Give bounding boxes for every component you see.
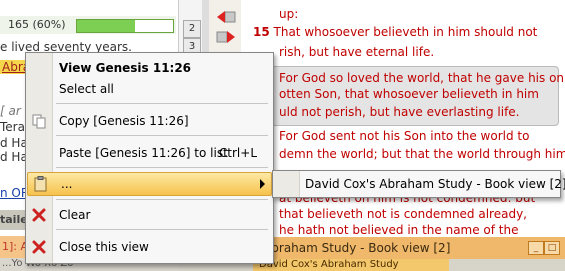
context-menu: View Genesis 11:26 Select all Copy [Gene… (25, 52, 274, 264)
menu-item-label: View Genesis 11:26 (59, 61, 192, 75)
submenu-arrow-icon (260, 179, 265, 189)
verse-line: up: (279, 7, 299, 21)
verse-line: he hath not believed in the name of the (279, 223, 519, 235)
clear-x-icon (32, 208, 46, 222)
menu-item-paste[interactable]: Paste [Genesis 11:26] to list Ctrl+L (26, 142, 273, 164)
left-text-line: [ ar (0, 104, 21, 118)
menu-separator (56, 199, 268, 200)
verse-number-button[interactable]: 2 (183, 20, 201, 38)
minimize-button[interactable]: _ (528, 241, 544, 255)
back-arrow-icon[interactable] (215, 10, 237, 24)
stat-text: 165 (60%) (8, 18, 66, 31)
verse-line: For God so loved the world, that he gave… (279, 71, 565, 85)
stat-row: 165 (60%) (0, 16, 176, 34)
window-title: s Abraham Study - Book view [2] (253, 241, 451, 255)
left-text-line: Tera (0, 120, 25, 134)
book-view-pane: up: 15 That whosoever believeth in him s… (241, 0, 565, 235)
menu-item-label: Paste [Genesis 11:26] to list (59, 146, 228, 160)
left-text-line: d Ha (0, 150, 28, 164)
clipboard-icon (34, 176, 47, 192)
close-x-icon (32, 240, 46, 254)
verse-line: 15 That whosoever believeth in him shoul… (253, 24, 537, 40)
verse-line: For God sent not his Son into the world … (279, 129, 530, 143)
taskbar-tab[interactable]: David Cox's Abraham Study (253, 259, 449, 271)
verse-text: That whosoever believeth in him should n… (269, 25, 538, 39)
menu-item-clear[interactable]: Clear (26, 204, 273, 226)
verse-line: rish, but have eternal life. (279, 45, 435, 59)
verse-line: demn the world; but that the world throu… (279, 147, 565, 161)
menu-gutter (273, 171, 300, 197)
menu-item-label: Clear (59, 208, 91, 222)
menu-item-select-all[interactable]: Select all (26, 78, 273, 100)
menu-item-label: ... (61, 177, 73, 191)
forward-arrow-icon[interactable] (215, 30, 237, 44)
menu-item-send-to[interactable]: ... (27, 172, 272, 196)
submenu: David Cox's Abraham Study - Book view [2… (272, 170, 565, 198)
menu-separator (56, 103, 268, 104)
menu-item-label: Close this view (59, 240, 149, 254)
progress-bar (76, 19, 174, 33)
menu-separator (56, 135, 268, 136)
menu-shortcut: Ctrl+L (218, 146, 257, 160)
submenu-item-book-view[interactable]: David Cox's Abraham Study - Book view [2… (305, 177, 565, 191)
menu-item-close-view[interactable]: Close this view (26, 236, 273, 258)
maximize-button[interactable]: □ (544, 241, 560, 255)
left-text-line: d Ha (0, 136, 28, 150)
menu-item-copy[interactable]: Copy [Genesis 11:26] (26, 110, 273, 132)
menu-item-label: Copy [Genesis 11:26] (59, 114, 189, 128)
menu-separator (56, 167, 268, 168)
menu-item-label: Select all (59, 82, 114, 96)
book-view-title-bar: s Abraham Study - Book view [2] _ □ (241, 237, 565, 259)
menu-item-view-genesis[interactable]: View Genesis 11:26 (26, 57, 273, 79)
copy-icon (32, 114, 46, 129)
verse-number: 15 (253, 25, 270, 39)
verse-line: that believeth not is condemned already, (279, 207, 527, 221)
menu-separator (56, 229, 268, 230)
progress-fill (77, 20, 135, 32)
verse-line: otten Son, that whosoever believeth in h… (279, 87, 539, 101)
verse-line: uld not perish, but have everlasting lif… (279, 105, 520, 119)
